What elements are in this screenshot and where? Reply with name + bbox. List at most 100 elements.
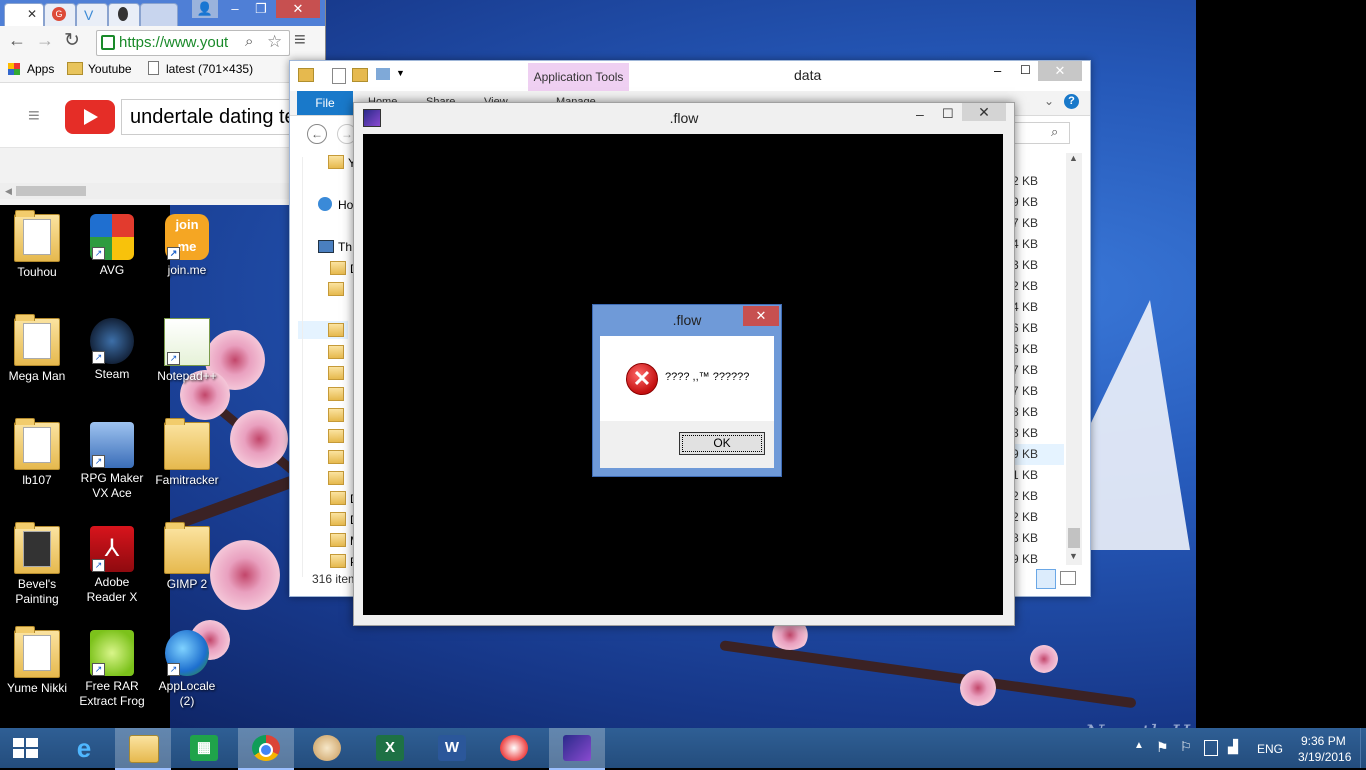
dialog-close-button[interactable]: ✕ [743,306,779,326]
forward-button[interactable]: → [36,30,54,51]
desktop-icon-adobe-reader[interactable]: ⅄ ↗ Adobe Reader X [76,526,148,605]
view-icon[interactable] [376,68,390,80]
battery-icon[interactable] [1204,740,1218,756]
desktop-icon-gimp[interactable]: GIMP 2 [151,522,223,592]
chrome-window[interactable]: ✕ G V 👤 – ❐ ✕ ← → ↻ ≡ https://www.yout ⌕… [0,0,326,205]
new-folder-icon[interactable] [352,68,368,82]
url-text[interactable]: https://www.yout [119,34,228,51]
desktop-icon-bevels-painting[interactable]: Bevel's Painting [1,522,73,607]
browser-tab-active[interactable]: ✕ [4,3,44,26]
chevron-down-icon[interactable]: ▼ [396,68,405,78]
nav-item[interactable]: D [318,491,359,507]
tab-file[interactable]: File [297,91,353,115]
show-desktop-button[interactable] [1360,728,1366,768]
zoom-icon[interactable]: ⌕ [245,33,253,50]
taskbar-flow-game[interactable] [549,728,605,770]
nav-item[interactable]: Y [318,155,358,171]
page-icon [148,61,159,75]
taskbar-store[interactable]: ▦ [176,728,232,768]
desktop-icon-lb107[interactable]: lb107 [1,418,73,488]
clock-time[interactable]: 9:36 PM [1301,734,1346,748]
nav-item-downloads[interactable]: D [318,512,359,528]
user-icon[interactable]: 👤 [192,0,218,18]
horizontal-scrollbar[interactable]: ◀ [0,183,325,199]
desktop-icon-avg[interactable]: ↗ AVG [76,214,148,278]
start-button[interactable] [0,728,52,768]
taskbar-ie[interactable]: e [56,728,112,768]
desktop-icon-famitracker[interactable]: Famitracker [151,418,223,488]
youtube-logo-icon[interactable] [65,100,115,134]
clock-date[interactable]: 3/19/2016 [1298,750,1351,764]
back-button[interactable]: ← [8,30,26,51]
nav-item[interactable]: D [318,261,359,277]
minimize-button[interactable]: – [994,63,1001,78]
desktop-icon-applocale[interactable]: ↗ AppLocale (2) [151,630,223,709]
desktop-icon-steam[interactable]: ↗ Steam [76,318,148,382]
file-size: 1 KB [1012,468,1039,482]
large-icons-view-icon[interactable] [1060,571,1076,585]
taskbar-excel[interactable]: X [362,728,418,768]
ribbon-expand-icon[interactable]: ⌄ [1044,94,1054,108]
show-hidden-icons-icon[interactable]: ▲ [1134,740,1144,751]
taskbar-brush-app[interactable] [486,728,542,768]
desktop-icon-joinme[interactable]: join me ↗ join.me [151,214,223,278]
restore-button[interactable]: ❐ [248,0,274,18]
minimize-button[interactable]: – [916,106,924,122]
nav-item-homegroup[interactable]: Ho [318,197,358,213]
file-size: 2 KB [1012,489,1039,503]
desktop-icon-mega-man[interactable]: Mega Man [1,314,73,384]
browser-tab[interactable]: V [76,3,108,26]
folder-icon [14,314,60,366]
details-view-icon[interactable] [1036,569,1056,589]
address-bar[interactable]: https://www.yout ⌕ ☆ [96,30,290,56]
scrollbar-thumb[interactable] [1068,528,1080,548]
back-arrow-icon[interactable]: ← [307,124,327,144]
close-button[interactable]: ✕ [276,0,320,18]
desktop-icon-free-rar[interactable]: ↗ Free RAR Extract Frog [76,630,148,709]
flag-icon[interactable]: ⚐ [1180,739,1192,755]
bookmark-latest[interactable]: latest (701×435) [166,62,253,76]
minimize-button[interactable]: – [222,0,248,18]
reload-button[interactable]: ↻ [64,29,80,52]
taskbar-file-explorer[interactable] [115,728,171,770]
scrollbar-thumb[interactable] [16,186,86,196]
vertical-scrollbar[interactable]: ▲ ▼ [1066,153,1082,565]
properties-icon[interactable] [332,68,346,84]
browser-tab[interactable] [108,3,140,26]
scroll-left-icon[interactable]: ◀ [5,186,12,197]
network-signal-icon[interactable]: ▟ [1228,739,1238,755]
application-tools-tab[interactable]: Application Tools [528,63,629,91]
desktop-icon-notepad-plus[interactable]: ↗ Notepad++ [151,318,223,384]
ok-button[interactable]: OK [679,432,765,455]
action-center-flag-icon[interactable]: ⚑ [1156,739,1169,756]
nav-selected-row[interactable] [298,321,348,339]
new-tab-button[interactable] [140,3,178,26]
menu-button[interactable]: ≡ [294,29,306,52]
taskbar-chrome[interactable] [238,728,294,770]
maximize-button[interactable]: ☐ [1020,63,1031,77]
desktop-icon-label: AppLocale (2) [158,679,216,708]
desktop-icon-touhou[interactable]: Touhou [1,210,73,280]
search-box[interactable]: ⌕ [1012,122,1070,144]
scroll-down-icon[interactable]: ▼ [1069,551,1078,561]
error-dialog[interactable]: .flow ✕ ✕ ???? ,,™ ?????? OK [592,304,782,477]
help-icon[interactable]: ? [1064,94,1079,109]
nav-item[interactable]: M [318,533,360,549]
nav-item-this-pc[interactable]: Th [318,239,358,255]
scroll-up-icon[interactable]: ▲ [1069,153,1078,163]
file-size: 4 KB [1012,300,1039,314]
close-button[interactable]: ✕ [962,103,1006,121]
desktop-icon-yume-nikki[interactable]: Yume Nikki [1,626,73,696]
desktop-icon-rpg-maker[interactable]: ↗ RPG Maker VX Ace [76,422,148,501]
bookmark-star-icon[interactable]: ☆ [267,32,282,52]
nav-item[interactable]: P [318,554,358,570]
bookmark-apps[interactable]: Apps [27,62,54,76]
browser-tab[interactable]: G [44,3,76,26]
taskbar-word[interactable]: W [424,728,480,768]
hamburger-icon[interactable]: ≡ [28,105,40,128]
input-language[interactable]: ENG [1257,742,1283,756]
taskbar-paint[interactable] [299,728,355,768]
bookmark-youtube[interactable]: Youtube [88,62,132,76]
maximize-button[interactable]: ☐ [942,106,954,122]
close-button[interactable]: ✕ [1038,61,1082,81]
